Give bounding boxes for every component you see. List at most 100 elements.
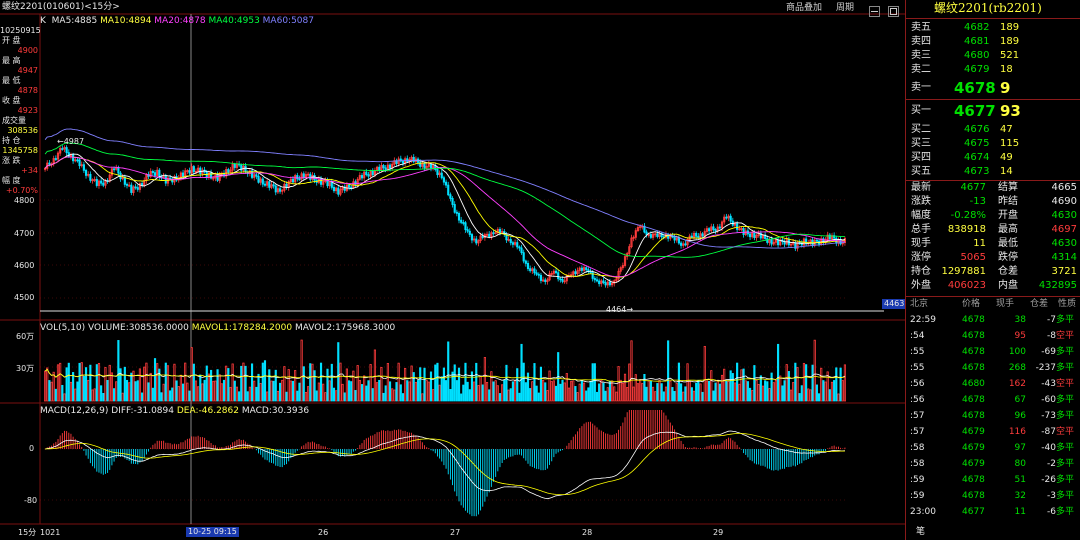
volume-bar (796, 367, 799, 402)
candle-body (371, 170, 374, 176)
period-button[interactable]: 周期 (836, 2, 854, 14)
bid-volume: 115 (1000, 138, 1020, 149)
trade-type: 多平 (1056, 491, 1075, 501)
volume-bar (89, 364, 92, 402)
candle-body (429, 163, 433, 169)
trade-price: 4678 (962, 363, 985, 373)
bar-info-box: 10250915 开 盘 4900 最 高 4947 最 低 4878 收 盘 4923 成交量… (0, 26, 41, 196)
volume-bar (598, 383, 601, 402)
volume-bar (371, 388, 374, 402)
ask-row[interactable]: 卖四 4681 189 (906, 35, 1080, 49)
volume-bar (425, 380, 428, 402)
ask-row[interactable]: 卖五 4682 189 (906, 21, 1080, 35)
candle-body (645, 231, 648, 235)
candle-body (561, 278, 564, 282)
bar-info-label: 涨 跌 (2, 156, 21, 165)
candle-body (78, 159, 81, 167)
trade-row[interactable]: :56 4680 162 -43 空平 (906, 376, 1080, 392)
ask-row[interactable]: 卖三 4680 521 (906, 49, 1080, 63)
bid-row[interactable]: 买四 4674 49 (906, 151, 1080, 165)
trade-row[interactable]: :58 4679 80 -2 多平 (906, 456, 1080, 472)
candle-body (440, 172, 443, 179)
volume-bar (789, 389, 793, 402)
trade-row[interactable]: :55 4678 100 -69 多平 (906, 344, 1080, 360)
candle-body (278, 188, 282, 192)
volume-bar (606, 387, 609, 402)
volume-bar (115, 381, 118, 402)
overlay-button[interactable]: 商品叠加 (786, 2, 822, 14)
bid1-row[interactable]: 买一 4677 93 (906, 102, 1080, 120)
volume-bar (162, 383, 165, 402)
stat-value: 4697 (1051, 224, 1077, 235)
trade-row[interactable]: :58 4679 97 -40 多平 (906, 440, 1080, 456)
trade-row[interactable]: :55 4678 268 -237 多平 (906, 360, 1080, 376)
candle-body (684, 243, 687, 246)
volume-bar (679, 383, 683, 402)
chart-panel[interactable]: 螺纹2201(010601)<15分> 商品叠加 周期 × K MA5:4885… (0, 0, 919, 540)
candle-body (423, 163, 426, 169)
volume-bar (235, 386, 239, 402)
trades-footer[interactable]: 笔 (916, 527, 925, 538)
volume-bar (839, 367, 842, 402)
trade-change: -8 (1047, 331, 1056, 341)
ask-row[interactable]: 卖二 4679 18 (906, 63, 1080, 77)
volume-bar (589, 380, 592, 402)
candle-body (61, 148, 64, 150)
candle-body (54, 158, 57, 160)
trade-volume: 116 (1008, 427, 1026, 437)
stat-value: -0.28% (950, 210, 986, 221)
volume-bar (184, 362, 187, 402)
bid-row[interactable]: 买五 4673 14 (906, 165, 1080, 179)
candle-body (697, 235, 700, 238)
ask1-row[interactable]: 卖一 4678 9 (906, 79, 1080, 97)
stat-label: 持仓 (911, 266, 931, 277)
volume-bar (121, 392, 124, 402)
trade-row[interactable]: :57 4679 116 -87 空平 (906, 424, 1080, 440)
bid-row[interactable]: 买三 4675 115 (906, 137, 1080, 151)
volume-bar (192, 363, 195, 402)
candle-body (580, 267, 583, 271)
volume-bar (181, 383, 185, 402)
trade-row[interactable]: :56 4678 67 -60 多平 (906, 392, 1080, 408)
maximize-icon[interactable] (888, 6, 900, 17)
trade-change: -6 (1047, 507, 1056, 517)
volume-bar (436, 362, 439, 402)
volume-bar (563, 382, 566, 402)
macd-tick-0: 0 (29, 444, 35, 453)
volume-bar (712, 390, 715, 402)
trade-row[interactable]: :54 4678 95 -8 空平 (906, 328, 1080, 344)
stat-value: -13 (969, 196, 986, 207)
volume-bar (225, 365, 228, 402)
chart-canvas[interactable] (0, 0, 905, 540)
volume-bar (641, 383, 644, 402)
volume-bar (518, 392, 521, 402)
trade-row[interactable]: 22:59 4678 38 -7 多平 (906, 312, 1080, 328)
candle-body (725, 216, 728, 219)
candle-body (350, 186, 353, 189)
volume-bar (822, 380, 825, 402)
volume-bar (802, 362, 806, 402)
volume-bar (285, 391, 288, 402)
volume-bar (427, 381, 430, 402)
minimize-icon[interactable] (869, 6, 880, 17)
volume-bar (455, 380, 458, 402)
candle-body (453, 204, 456, 213)
quote-panel: 螺纹2201(rb2201) 卖五 4682 189 卖四 4681 189 卖三 4680 5… (905, 0, 1080, 540)
volume-bar (123, 366, 126, 402)
trade-type: 空平 (1056, 331, 1075, 341)
trade-row[interactable]: :57 4678 96 -73 多平 (906, 408, 1080, 424)
trade-row[interactable]: :59 4678 51 -26 多平 (906, 472, 1080, 488)
quote-title: 螺纹2201(rb2201) (934, 1, 1042, 15)
candle-body (330, 181, 333, 188)
candle-body (134, 186, 137, 189)
trade-change: -7 (1047, 315, 1056, 325)
trade-row[interactable]: 23:00 4677 11 -6 多平 (906, 504, 1080, 520)
bar-info-value: +0.70% (5, 186, 38, 195)
bid-row[interactable]: 买二 4676 47 (906, 123, 1080, 137)
volume-bar (46, 367, 49, 402)
candle-body (112, 168, 116, 171)
candle-body (298, 178, 301, 181)
volume-bar (524, 382, 527, 402)
volume-bar (442, 367, 445, 402)
trade-row[interactable]: :59 4678 32 -3 多平 (906, 488, 1080, 504)
